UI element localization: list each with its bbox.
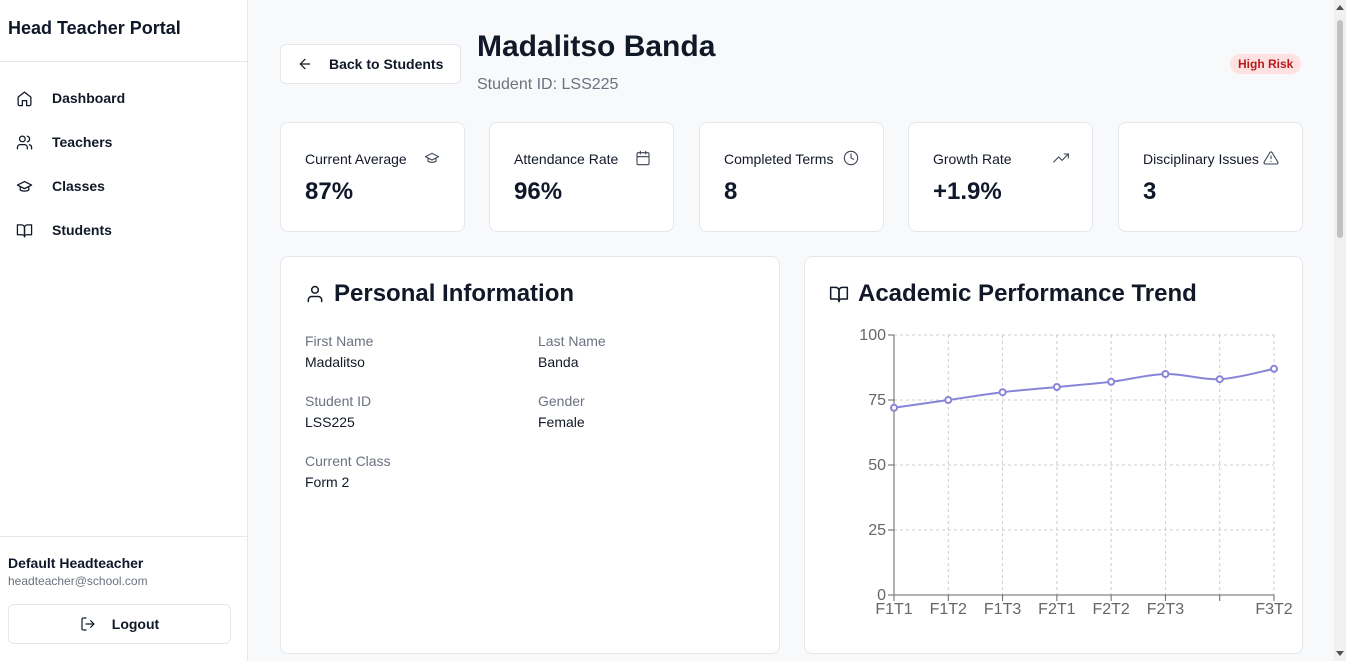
personal-information-title: Personal Information	[305, 280, 574, 308]
y-tick-label: 100	[859, 327, 886, 344]
y-tick-label: 50	[868, 457, 886, 474]
field-label: Gender	[538, 393, 585, 409]
data-point	[890, 403, 898, 412]
sidebar-item-label: Classes	[52, 178, 105, 194]
x-tick-label: F1T2	[930, 601, 967, 618]
sidebar-item-classes[interactable]: Classes	[0, 164, 247, 208]
data-point	[1215, 375, 1224, 384]
user-icon	[307, 285, 323, 303]
data-point	[998, 388, 1007, 397]
calendar-icon	[636, 150, 650, 166]
trending-up-icon	[1053, 153, 1069, 163]
stat-card-attendance-rate: Attendance Rate 96%	[489, 122, 674, 232]
x-tick-label: F1T1	[875, 601, 912, 618]
field-gender: Gender Female	[538, 393, 585, 430]
stat-value: 3	[1143, 178, 1157, 205]
back-button-label: Back to Students	[329, 56, 444, 72]
logout-button[interactable]: Logout	[8, 604, 231, 644]
field-label: Student ID	[305, 393, 372, 409]
sidebar-item-label: Teachers	[52, 134, 113, 150]
field-label: Current Class	[305, 453, 391, 469]
x-tick-label: F1T3	[984, 601, 1021, 618]
performance-line-chart: 0255075100F1T1 F1T2 F1T3 F2T1 F2T2 F2T3 F3T2	[859, 327, 1292, 618]
sidebar: Head Teacher Portal Dashboard Teachers C…	[0, 0, 248, 661]
back-to-students-button[interactable]: Back to Students	[280, 44, 461, 84]
stat-label: Growth Rate	[933, 151, 1012, 167]
academic-performance-card: Academic Performance Trend 0 25 50 75 100 F1T…	[804, 256, 1303, 654]
field-value: Banda	[538, 354, 579, 370]
field-value: Madalitso	[305, 354, 365, 370]
portal-title: Head Teacher Portal	[0, 0, 247, 62]
stat-card-disciplinary-issues: Disciplinary Issues 3	[1118, 122, 1303, 232]
x-tick-label: F2T3	[1147, 601, 1184, 618]
stat-value: 8	[724, 178, 738, 205]
user-name: Default Headteacher	[8, 555, 144, 571]
stat-card-completed-terms: Completed Terms 8	[699, 122, 884, 232]
field-label: Last Name	[538, 333, 606, 349]
x-tick-label: F3T2	[1255, 601, 1292, 618]
scroll-up-arrow[interactable]	[1336, 5, 1344, 10]
stat-label: Completed Terms	[724, 151, 834, 167]
data-point	[1161, 370, 1170, 378]
stat-value: 96%	[514, 178, 563, 205]
sidebar-nav: Dashboard Teachers Classes Students	[0, 62, 247, 252]
graduation-cap-icon	[424, 152, 440, 163]
page-title: Madalitso Banda	[477, 30, 716, 63]
user-email: headteacher@school.com	[8, 574, 148, 588]
logout-label: Logout	[111, 616, 160, 632]
stat-label: Current Average	[305, 151, 407, 167]
scroll-down-arrow[interactable]	[1336, 651, 1344, 656]
x-tick-label: F2T2	[1092, 601, 1129, 618]
page-scrollbar[interactable]	[1334, 0, 1346, 661]
users-icon	[16, 134, 33, 150]
data-point	[1107, 377, 1116, 386]
graduation-cap-icon	[16, 180, 33, 192]
arrow-left-icon	[299, 58, 311, 70]
panel-title-text: Personal Information	[334, 280, 575, 307]
student-id-subtitle: Student ID: LSS225	[477, 76, 619, 93]
stat-label: Disciplinary Issues	[1143, 151, 1259, 167]
sidebar-item-teachers[interactable]: Teachers	[0, 120, 247, 164]
book-open-icon	[16, 223, 33, 238]
x-tick-label: F2T1	[1038, 601, 1075, 618]
field-value: Form 2	[305, 474, 350, 490]
sidebar-item-label: Dashboard	[52, 90, 126, 106]
field-value: LSS225	[305, 414, 355, 430]
sidebar-item-label: Students	[52, 222, 112, 238]
scroll-thumb[interactable]	[1337, 20, 1343, 238]
y-tick-label: 25	[868, 522, 886, 539]
data-point	[1052, 383, 1061, 391]
field-label: First Name	[305, 333, 374, 349]
risk-badge: High Risk	[1230, 54, 1302, 74]
data-point	[1270, 364, 1278, 373]
data-point	[944, 396, 953, 404]
stat-label: Attendance Rate	[514, 151, 619, 167]
field-first-name: First Name Madalitso	[305, 333, 373, 370]
alert-triangle-icon	[1263, 151, 1279, 165]
user-profile: Default Headteacher headteacher@school.c…	[0, 536, 247, 644]
field-last-name: Last Name Banda	[538, 333, 606, 370]
sidebar-item-dashboard[interactable]: Dashboard	[0, 76, 247, 120]
y-tick-label: 75	[868, 392, 886, 409]
sidebar-item-students[interactable]: Students	[0, 208, 247, 252]
stat-value: 87%	[305, 178, 354, 205]
stat-card-current-average: Current Average 87%	[280, 122, 465, 232]
personal-information-card: Personal Information First Name Madalits…	[280, 256, 780, 654]
stat-value: +1.9%	[933, 178, 1002, 205]
clock-icon	[843, 150, 859, 166]
logout-icon	[81, 617, 95, 631]
field-current-class: Current Class Form 2	[305, 453, 391, 490]
field-student-id: Student ID LSS225	[305, 393, 371, 430]
stat-card-growth-rate: Growth Rate +1.9%	[908, 122, 1093, 232]
field-value: Female	[538, 414, 585, 430]
home-icon	[17, 90, 32, 106]
